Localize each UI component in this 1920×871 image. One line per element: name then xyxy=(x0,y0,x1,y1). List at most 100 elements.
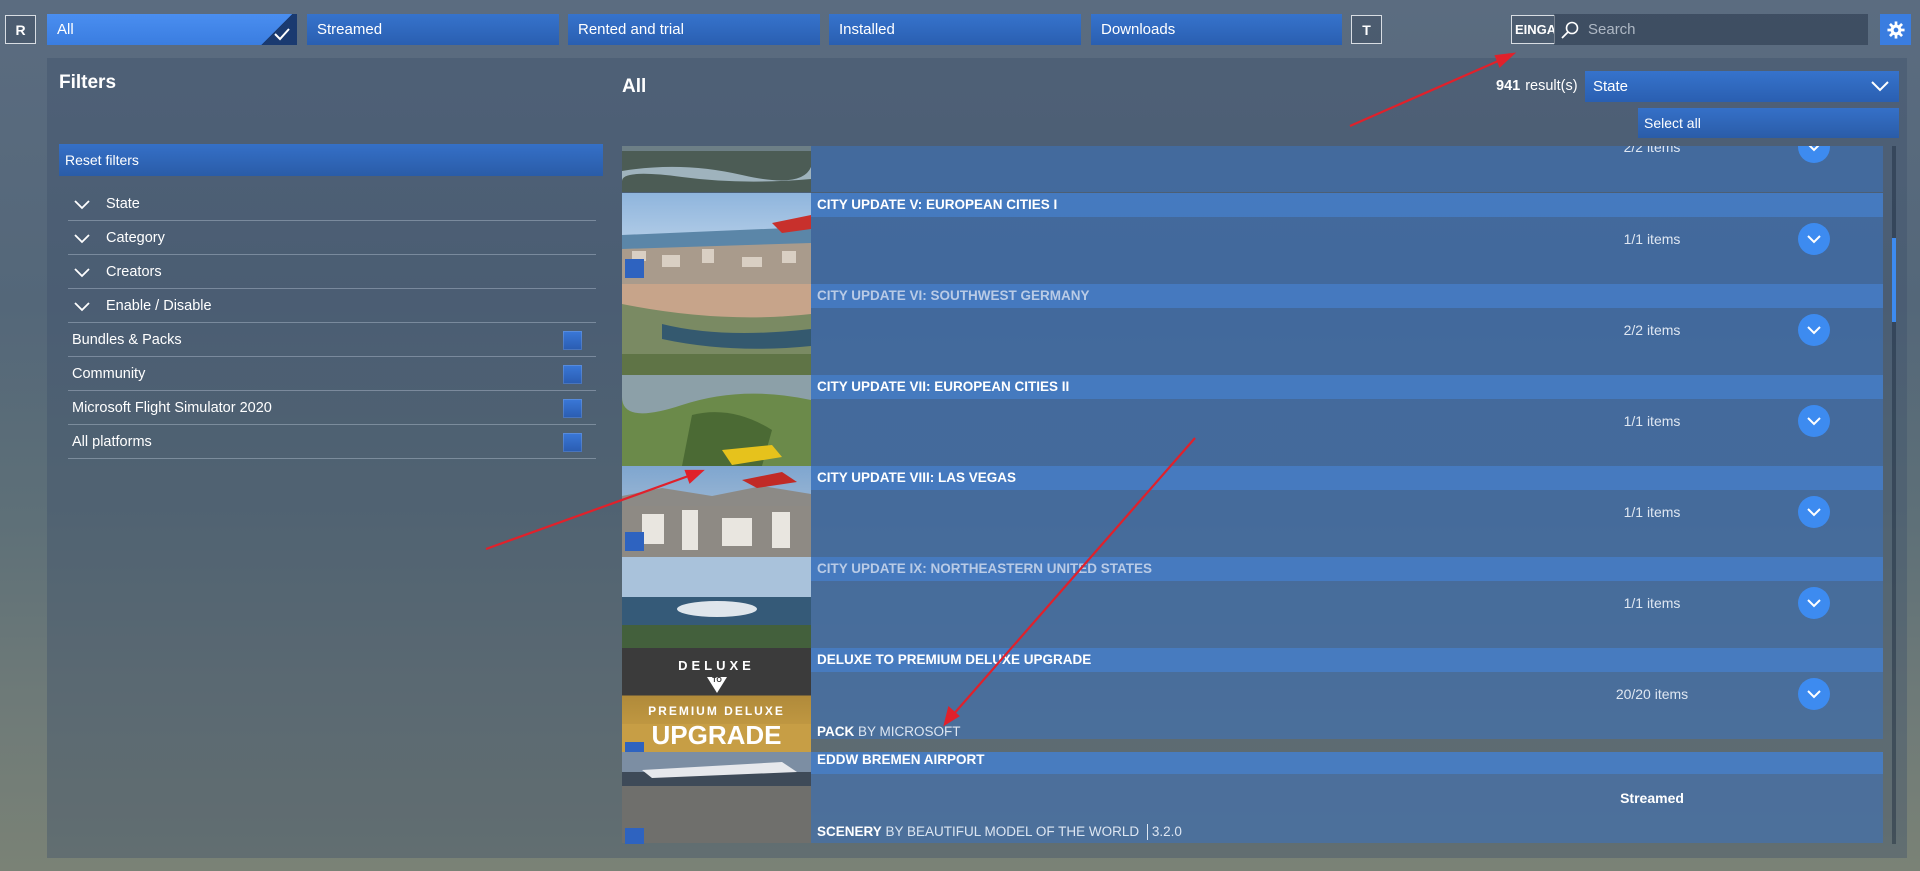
item-title: CITY UPDATE VII: EUROPEAN CITIES II xyxy=(817,379,1070,394)
chevron-down-icon xyxy=(1807,417,1821,426)
item-title: CITY UPDATE VI: SOUTHWEST GERMANY xyxy=(817,288,1090,303)
filter-category[interactable]: Category xyxy=(68,221,596,255)
filters-title: Filters xyxy=(59,72,117,93)
expand-button[interactable] xyxy=(1798,314,1830,346)
search-box[interactable] xyxy=(1554,14,1868,45)
item-count: 2/2 items xyxy=(1623,322,1681,338)
item-count: 1/1 items xyxy=(1623,504,1681,520)
scrollbar-thumb[interactable] xyxy=(1892,238,1896,322)
list-item[interactable]: CITY UPDATE VI: SOUTHWEST GERMANY 2/2 it… xyxy=(622,284,1883,375)
filter-bundles-checkbox[interactable] xyxy=(563,331,582,350)
list-item[interactable]: CITY UPDATE V: EUROPEAN CITIES I 1/1 ite… xyxy=(622,193,1883,284)
filter-all-platforms[interactable]: All platforms xyxy=(68,425,596,459)
filter-msfs-checkbox[interactable] xyxy=(563,399,582,418)
tab-downloads[interactable]: Downloads xyxy=(1091,14,1342,45)
item-title: CITY UPDATE VIII: LAS VEGAS xyxy=(817,470,1017,485)
chevron-down-icon xyxy=(1807,326,1821,335)
chevron-down-icon xyxy=(74,199,90,209)
item-header xyxy=(622,466,1883,490)
item-checkbox[interactable] xyxy=(625,259,644,278)
select-all-label: Select all xyxy=(1644,115,1701,131)
item-creator: BY BEAUTIFUL MODEL OF THE WORLD xyxy=(885,824,1140,839)
item-title: DELUXE TO PREMIUM DELUXE UPGRADE xyxy=(817,652,1092,667)
upgrade-line2: PREMIUM DELUXE xyxy=(648,704,785,718)
item-checkbox[interactable] xyxy=(625,828,644,844)
results-number: 941 xyxy=(1496,78,1521,94)
upgrade-line3: UPGRADE xyxy=(651,720,782,750)
list-title: All xyxy=(622,76,647,97)
item-title: EDDW BREMEN AIRPORT xyxy=(817,752,985,767)
upgrade-badge: TO xyxy=(712,677,722,684)
r-button[interactable]: R xyxy=(5,15,36,44)
filter-platforms-label: All platforms xyxy=(72,433,152,450)
search-prefix-button[interactable]: EINGA xyxy=(1511,15,1555,44)
item-thumbnail xyxy=(622,284,811,375)
filter-creators[interactable]: Creators xyxy=(68,255,596,289)
results-count: 941 result(s) xyxy=(1496,78,1578,94)
filter-bundles-label: Bundles & Packs xyxy=(72,331,182,348)
filter-msfs-label: Microsoft Flight Simulator 2020 xyxy=(72,399,272,416)
tab-all-label: All xyxy=(57,21,74,38)
tab-all[interactable]: All xyxy=(47,14,297,45)
expand-button[interactable] xyxy=(1798,587,1830,619)
tab-streamed[interactable]: Streamed xyxy=(307,14,559,45)
filter-community-label: Community xyxy=(72,365,146,382)
filter-community-checkbox[interactable] xyxy=(563,365,582,384)
expand-button[interactable] xyxy=(1798,146,1830,163)
tab-installed[interactable]: Installed xyxy=(829,14,1081,45)
item-count: 20/20 items xyxy=(1615,686,1689,702)
filter-state-label: State xyxy=(106,195,140,212)
filter-bundles-packs[interactable]: Bundles & Packs xyxy=(68,323,596,357)
chevron-down-icon xyxy=(1807,599,1821,608)
reset-filters-button[interactable]: Reset filters xyxy=(59,144,603,176)
list-item[interactable]: CITY UPDATE IX: NORTHEASTERN UNITED STAT… xyxy=(622,557,1883,648)
settings-button[interactable] xyxy=(1880,14,1911,45)
list-item[interactable]: CITY UPDATE VIII: LAS VEGAS 1/1 items xyxy=(622,466,1883,557)
item-thumbnail xyxy=(622,375,811,466)
check-icon xyxy=(274,28,290,41)
list-item[interactable]: DELUXE TO PREMIUM DELUXE DELUXE TO PREMI… xyxy=(622,648,1883,739)
chevron-down-icon xyxy=(74,267,90,277)
tab-rented-label: Rented and trial xyxy=(578,21,684,38)
list-item[interactable]: CITY UPDATE VII: EUROPEAN CITIES II 1/1 … xyxy=(622,375,1883,466)
tab-downloads-label: Downloads xyxy=(1101,21,1176,38)
item-header xyxy=(622,375,1883,399)
expand-button[interactable] xyxy=(1798,678,1830,710)
upgrade-line1: DELUXE xyxy=(678,658,755,673)
t-button[interactable]: T xyxy=(1351,15,1382,44)
sort-select[interactable]: State xyxy=(1585,71,1899,102)
item-count: 1/1 items xyxy=(1623,413,1681,429)
item-subtitle: SCENERY BY BEAUTIFUL MODEL OF THE WORLD … xyxy=(817,824,1182,841)
tab-rented-and-trial[interactable]: Rented and trial xyxy=(568,14,820,45)
list-item[interactable]: EDDW BREMEN AIRPORT Streamed SCENERY BY … xyxy=(622,752,1883,844)
filter-category-label: Category xyxy=(106,229,165,246)
item-status: Streamed xyxy=(1620,790,1684,806)
chevron-down-icon xyxy=(1807,235,1821,244)
expand-button[interactable] xyxy=(1798,496,1830,528)
filter-state[interactable]: State xyxy=(68,187,596,221)
item-subtitle: PACK BY MICROSOFT xyxy=(817,724,961,739)
divider xyxy=(1146,824,1148,841)
select-all-button[interactable]: Select all xyxy=(1638,108,1899,138)
item-thumbnail xyxy=(622,466,811,557)
item-creator: BY MICROSOFT xyxy=(858,724,961,739)
item-title: CITY UPDATE IX: NORTHEASTERN UNITED STAT… xyxy=(817,561,1153,576)
item-header xyxy=(622,648,1883,672)
item-count: 1/1 items xyxy=(1623,231,1681,247)
filter-enable-disable-label: Enable / Disable xyxy=(106,297,212,314)
filter-enable-disable[interactable]: Enable / Disable xyxy=(68,289,596,323)
search-input[interactable] xyxy=(1586,20,1850,39)
item-count: 2/2 items xyxy=(1623,146,1681,155)
item-title: CITY UPDATE V: EUROPEAN CITIES I xyxy=(817,197,1058,212)
chevron-down-icon xyxy=(1807,508,1821,517)
item-header xyxy=(622,752,1883,774)
item-checkbox[interactable] xyxy=(625,532,644,551)
filter-community[interactable]: Community xyxy=(68,357,596,391)
list-item[interactable]: 2/2 items xyxy=(622,146,1883,192)
item-thumbnail xyxy=(622,557,811,648)
item-thumbnail xyxy=(622,146,811,192)
expand-button[interactable] xyxy=(1798,405,1830,437)
expand-button[interactable] xyxy=(1798,223,1830,255)
filter-platforms-checkbox[interactable] xyxy=(563,433,582,452)
filter-msfs2020[interactable]: Microsoft Flight Simulator 2020 xyxy=(68,391,596,425)
